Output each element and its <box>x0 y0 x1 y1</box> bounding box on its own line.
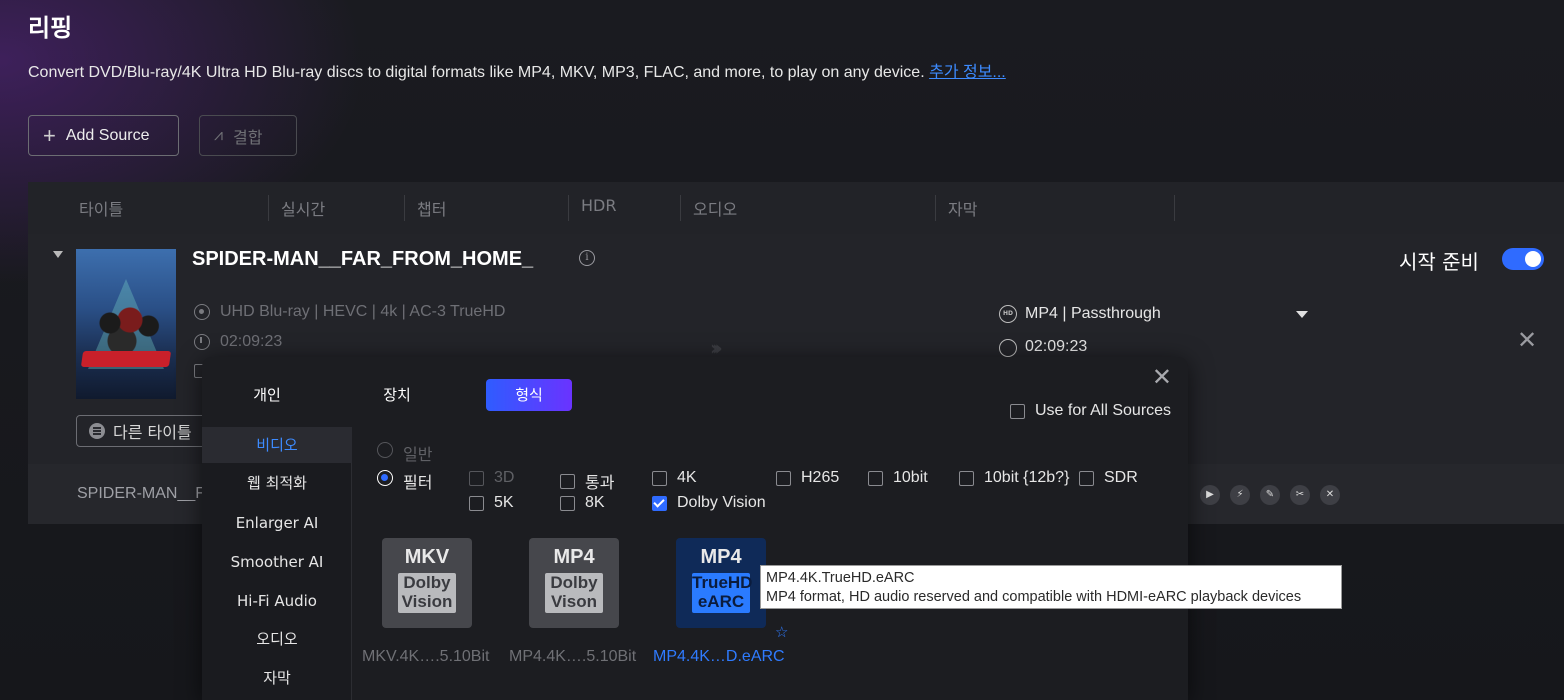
mode-general-radio[interactable] <box>377 442 393 458</box>
filter-3d[interactable]: 3D <box>469 469 514 487</box>
page-title: 리핑 <box>28 14 73 42</box>
format-popup: 개인 장치 형식 ✕ Use for All Sources 비디오 웹 최적화… <box>202 357 1188 700</box>
merge-button[interactable]: ⩘ 결합 <box>199 115 297 156</box>
other-title-button[interactable]: 다른 타이틀 <box>76 415 210 447</box>
tab-personal[interactable]: 개인 <box>230 379 304 411</box>
header-hdr: HDR <box>581 196 617 215</box>
filter-passthrough[interactable]: 통과 <box>560 469 614 493</box>
add-source-button[interactable]: + Add Source <box>28 115 179 156</box>
format-tile-mkv-dolby[interactable]: MKV Dolby Vision <box>382 538 472 628</box>
merge-label: 결합 <box>233 129 263 147</box>
movie-title: SPIDER-MAN__FAR_FROM_HOME_ <box>192 248 534 270</box>
delete-icon[interactable]: ✕ <box>1320 485 1340 505</box>
use-all-sources[interactable]: Use for All Sources <box>1010 402 1171 420</box>
format-label-mp4-dolby[interactable]: MP4.4K….5.10Bit <box>509 648 636 666</box>
header-subtitle: 자막 <box>948 200 978 219</box>
tab-format[interactable]: 형식 <box>486 379 572 411</box>
add-source-label: Add Source <box>65 126 150 144</box>
source-info: UHD Blu-ray | HEVC | 4k | AC-3 TrueHD <box>220 303 506 320</box>
table-header: 타이틀 실시간 챕터 HDR 오디오 자막 <box>28 182 1564 234</box>
format-label-mp4-truehd[interactable]: MP4.4K…D.eARC <box>653 648 785 666</box>
mode-general-label: 일반 <box>403 447 433 464</box>
movie-poster <box>76 249 176 399</box>
expand-caret-icon[interactable] <box>53 251 63 258</box>
more-info-link[interactable]: 추가 정보... <box>929 64 1006 81</box>
use-all-checkbox[interactable] <box>1010 403 1025 419</box>
plug-icon[interactable]: ⚡ <box>1230 485 1250 505</box>
clock-icon <box>999 339 1017 357</box>
output-duration: 02:09:23 <box>1025 338 1088 355</box>
tab-device[interactable]: 장치 <box>360 379 434 411</box>
favorite-star-icon[interactable]: ☆ <box>775 623 788 641</box>
play-icon[interactable]: ▶ <box>1200 485 1220 505</box>
sidebar-item-web-optimize[interactable]: 웹 최적화 <box>202 465 352 501</box>
filter-sdr[interactable]: SDR <box>1079 469 1138 487</box>
clock-icon <box>194 334 210 350</box>
sidebar-item-audio[interactable]: 오디오 <box>202 621 352 657</box>
output-format[interactable]: MP4 | Passthrough <box>1025 305 1161 323</box>
other-title-label: 다른 타이틀 <box>113 423 192 442</box>
sidebar-item-smoother-ai[interactable]: Smoother AI <box>202 544 352 580</box>
plus-icon: + <box>43 122 56 148</box>
popup-close-icon[interactable]: ✕ <box>1152 363 1172 391</box>
header-audio: 오디오 <box>693 200 738 219</box>
filter-5k[interactable]: 5K <box>469 494 514 512</box>
format-tooltip: MP4.4K.TrueHD.eARC MP4 format, HD audio … <box>760 565 1342 609</box>
header-title: 타이틀 <box>79 200 124 219</box>
tooltip-line1: MP4.4K.TrueHD.eARC <box>766 570 915 586</box>
header-chapter: 챕터 <box>417 200 447 219</box>
list-icon <box>89 423 105 439</box>
info-icon[interactable]: i <box>579 250 595 266</box>
ready-toggle[interactable] <box>1502 248 1544 270</box>
sidebar-item-subtitle[interactable]: 자막 <box>202 660 352 696</box>
filter-dolby-vision[interactable]: Dolby Vision <box>652 494 766 512</box>
use-all-label: Use for All Sources <box>1035 402 1172 419</box>
filter-10bit-12b[interactable]: 10bit {12b?} <box>959 469 1069 487</box>
page-subtitle: Convert DVD/Blu-ray/4K Ultra HD Blu-ray … <box>28 58 1006 82</box>
filter-h265[interactable]: H265 <box>776 469 839 487</box>
filter-4k[interactable]: 4K <box>652 469 697 487</box>
mode-filter-label: 필터 <box>403 475 433 492</box>
tooltip-line2: MP4 format, HD audio reserved and compat… <box>766 589 1302 605</box>
disc-icon <box>194 304 210 320</box>
sidebar-item-video[interactable]: 비디오 <box>202 427 352 463</box>
format-category-sidebar: 비디오 웹 최적화 Enlarger AI Smoother AI Hi-Fi … <box>202 427 352 700</box>
mode-filter-radio[interactable] <box>377 470 393 486</box>
subtitle-text: Convert DVD/Blu-ray/4K Ultra HD Blu-ray … <box>28 64 925 81</box>
merge-icon: ⩘ <box>214 126 224 144</box>
filter-8k[interactable]: 8K <box>560 494 605 512</box>
format-icon: HD <box>999 305 1017 323</box>
filter-10bit[interactable]: 10bit <box>868 469 928 487</box>
format-dropdown-caret-icon[interactable] <box>1296 311 1308 318</box>
source-duration: 02:09:23 <box>220 333 283 350</box>
edit-icon[interactable]: ✎ <box>1260 485 1280 505</box>
format-tile-mp4-dolby[interactable]: MP4 Dolby Vison <box>529 538 619 628</box>
row2-title: SPIDER-MAN__FA <box>77 485 215 502</box>
format-label-mkv-dolby[interactable]: MKV.4K….5.10Bit <box>362 648 489 666</box>
format-tile-mp4-truehd[interactable]: MP4 TrueHD eARC <box>676 538 766 628</box>
sidebar-item-enlarger-ai[interactable]: Enlarger AI <box>202 505 352 541</box>
ready-label: 시작 준비 <box>1399 250 1479 274</box>
cut-icon[interactable]: ✂ <box>1290 485 1310 505</box>
header-runtime: 실시간 <box>281 200 326 219</box>
remove-item-close-icon[interactable]: ✕ <box>1517 328 1537 352</box>
sidebar-item-hifi-audio[interactable]: Hi-Fi Audio <box>202 583 352 619</box>
